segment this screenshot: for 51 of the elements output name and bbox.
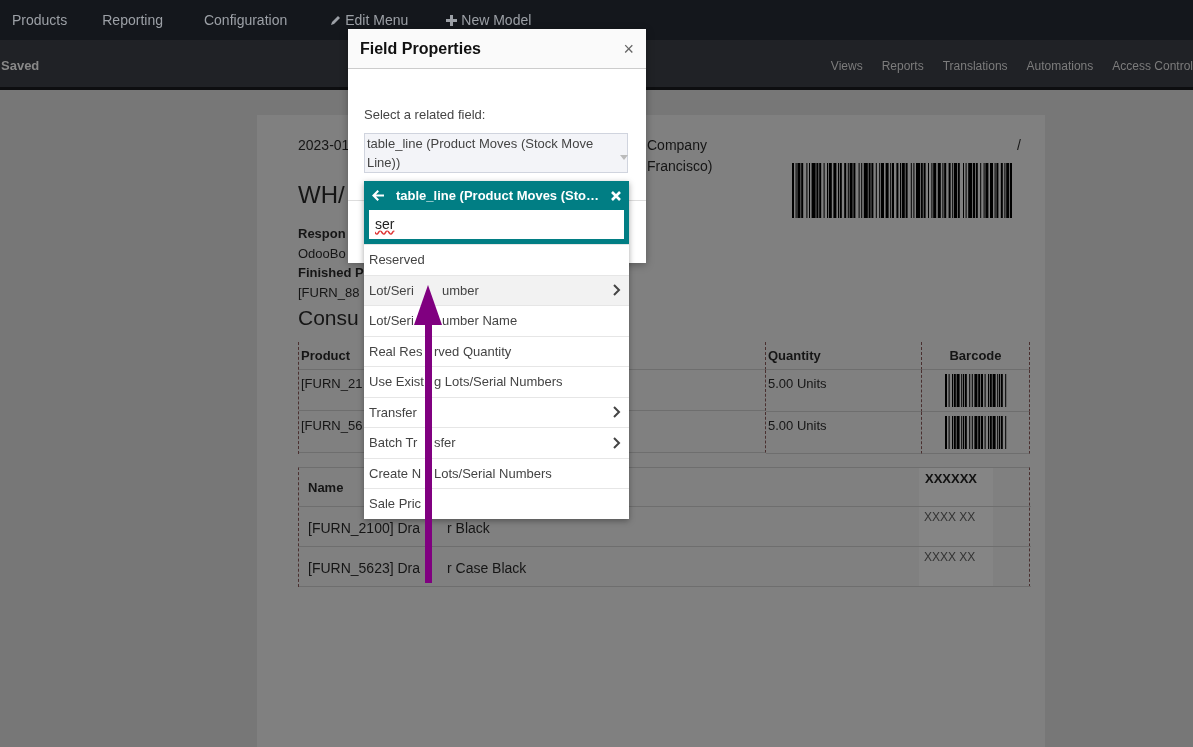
edit-menu-link[interactable]: Edit Menu: [345, 12, 409, 28]
field-label: Respon: [298, 225, 346, 243]
save-status: Saved: [1, 56, 40, 75]
new-model-link[interactable]: New Model: [461, 12, 532, 28]
column-header: Quantity: [768, 347, 821, 363]
company-city: Francisco): [647, 157, 713, 176]
table-cell-text: r Black: [447, 518, 490, 538]
popover-title: table_line (Product Moves (Sto…: [395, 186, 600, 205]
toolbar-link[interactable]: Views: [830, 56, 863, 75]
column-header: Product: [301, 347, 351, 363]
table-cell-text: [FURN_2100] Dra: [308, 518, 422, 538]
field-value: OdooBo: [298, 244, 346, 263]
back-icon: [372, 190, 384, 201]
close-button[interactable]: ×: [623, 39, 634, 58]
search-field[interactable]: ser: [369, 210, 624, 239]
pencil-icon: [330, 14, 342, 26]
barcode: [944, 415, 1007, 449]
close-icon: [611, 190, 621, 201]
menu-item[interactable]: Configuration: [203, 12, 288, 28]
column-header: Barcode: [949, 347, 1002, 363]
separator-text: /: [1017, 136, 1021, 155]
field-option[interactable]: Lot/Seri umber: [364, 274, 629, 305]
report-reference: WH/: [298, 180, 345, 210]
field-label: Finished P: [298, 264, 364, 282]
report-date: 2023-01: [298, 136, 350, 155]
table-cell-text: XXXX XX: [923, 549, 977, 564]
select-field[interactable]: table_line (Product Moves (Stock Move Line)): [364, 132, 628, 173]
table-cell: [FURN_21: [301, 375, 363, 391]
toolbar-link[interactable]: Automations: [1026, 56, 1094, 75]
menu-item[interactable]: Products: [12, 12, 68, 28]
table-cell: 5.00 Units: [768, 417, 827, 433]
field-value: [FURN_88: [298, 283, 360, 302]
toolbar-link[interactable]: Translations: [942, 56, 1008, 75]
field-option[interactable]: Reserved: [364, 244, 629, 275]
table-cell: 5.00 Units: [768, 375, 827, 391]
table-cell-text: XXXX XX: [923, 509, 977, 524]
toolbar-link[interactable]: Reports: [881, 56, 924, 75]
company-name: Company: [647, 136, 707, 155]
column-header: XXXXXX: [925, 470, 978, 486]
table-cell-text: [FURN_5623] Dra: [308, 558, 422, 578]
column-header: Name: [308, 479, 344, 495]
toolbar-link[interactable]: Access Control: [1112, 56, 1193, 75]
dialog-title: Field Properties: [360, 38, 481, 59]
section-title: Consu: [298, 305, 359, 331]
field-label: Select a related field:: [364, 106, 486, 124]
table-cell: [FURN_56: [301, 417, 363, 433]
table-cell-text: r Case Black: [447, 558, 527, 578]
caret-icon: [620, 155, 628, 160]
menu-item[interactable]: Reporting: [102, 12, 163, 28]
barcode: [944, 373, 1007, 407]
plus-icon: [446, 14, 458, 26]
